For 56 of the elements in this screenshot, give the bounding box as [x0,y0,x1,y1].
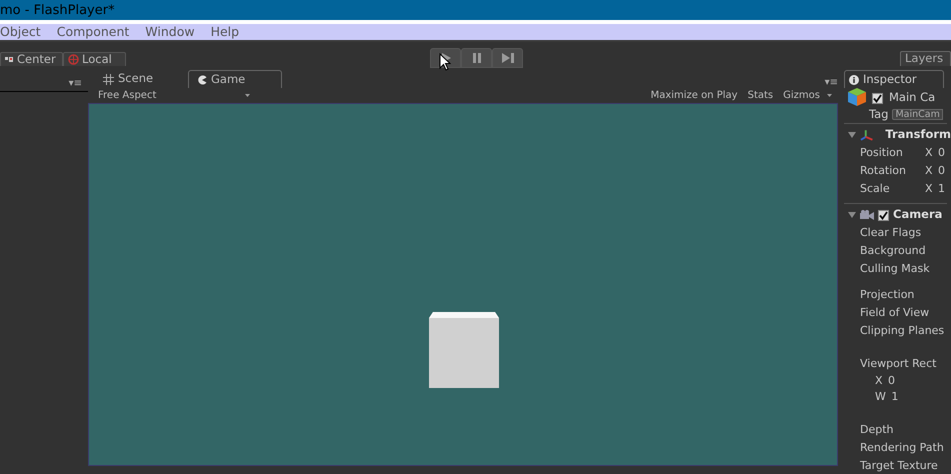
property-label: Background [860,244,927,258]
property-label: Viewport Rect [860,357,938,370]
property-label: Scale [860,182,891,195]
aspect-dropdown[interactable]: Free Aspect [98,90,250,100]
property-label: Target Texture [860,458,939,472]
property-label: X 0 [875,374,896,388]
menu-item[interactable]: Window [145,26,195,38]
step-icon [500,52,514,64]
grid-icon [103,74,114,84]
info-icon [849,74,859,84]
toolbar-toggle[interactable]: Gizmos [778,88,825,103]
mouse-cursor-icon [439,53,451,71]
property-value[interactable]: X 0 [925,164,946,176]
pacman-icon [197,74,207,84]
checkbox[interactable] [872,92,883,104]
view-tab[interactable]: Scene [94,70,188,88]
property-label: W 1 [875,390,900,404]
view-tab[interactable]: Game [188,70,282,88]
property-label: Clear Flags [860,226,922,240]
caret-icon [245,94,250,97]
property-label: Clipping Planes [860,324,946,337]
property-label: Depth [860,422,895,436]
property-label: Field of View [860,306,930,319]
camera-icon [860,210,874,220]
panel-menu-icon[interactable]: ▾≡ [68,79,82,89]
toolbar-toggle[interactable]: Stats [742,88,778,103]
foldout-icon[interactable] [848,212,856,218]
property-value[interactable]: X 1 [925,182,946,194]
window-title: mo - FlashPlayer* [0,4,115,16]
foldout-icon[interactable] [848,132,856,138]
cube-icon [848,88,866,108]
caret-icon [827,94,832,97]
menu-item[interactable]: Component [56,26,130,38]
property-label: Projection [860,288,916,301]
toolbar-button[interactable]: Local [63,52,126,66]
menu-item[interactable]: Help [210,26,240,38]
toolbar-toggle[interactable]: Maximize on Play [646,88,743,103]
step-button[interactable] [492,48,523,68]
inspector-tab[interactable]: Inspector [844,70,944,88]
property-label: Rendering Path [860,440,945,454]
axes-icon [860,128,874,141]
layers-dropdown[interactable]: Layers [900,51,951,66]
toolbar-button[interactable]: Center [0,52,63,66]
tag-dropdown[interactable]: MainCam [892,108,943,120]
property-label: Rotation [860,164,908,177]
pause-icon [470,52,482,64]
property-label: Culling Mask [860,262,931,276]
object-name-field[interactable]: Main Ca [889,92,936,104]
component-title: Transform [885,129,951,141]
component-title: Camera [893,209,942,221]
menu-item[interactable]: Object [0,26,41,38]
property-value[interactable]: X 0 [925,147,946,158]
panel-menu-icon[interactable]: ▾≡ [824,78,838,88]
checkbox[interactable] [878,210,889,221]
tag-label: Tag [869,108,888,120]
property-label: Position [860,146,904,160]
